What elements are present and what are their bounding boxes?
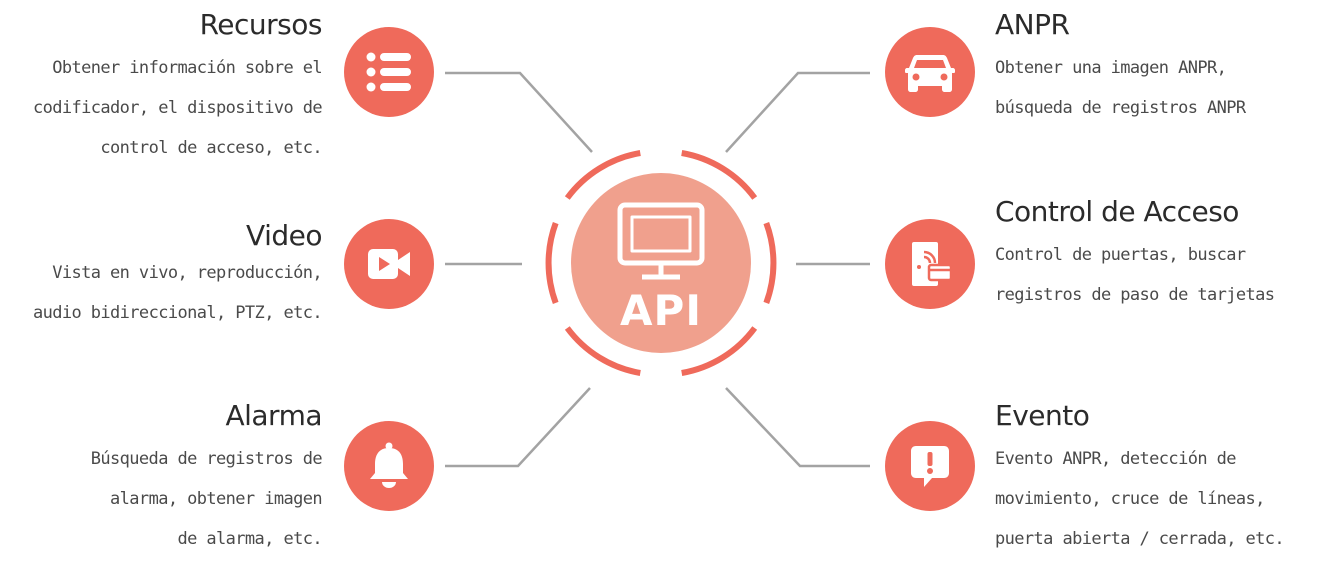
node-title: Recursos [199,8,323,41]
car-icon [885,27,975,117]
node-anpr: ANPR Obtener una imagen ANPR, búsqueda d… [995,8,1246,128]
node-desc-line: Control de puertas, buscar [995,245,1246,265]
api-label: API [620,286,702,335]
node-desc-line: búsqueda de registros ANPR [995,98,1246,118]
node-desc-line: registros de paso de tarjetas [995,285,1275,305]
connector-anpr [725,71,870,153]
node-evento: Evento Evento ANPR, detección de movimie… [995,399,1285,559]
node-desc-line: Vista en vivo, reproducción, [52,263,322,283]
node-title: Control de Acceso [995,195,1239,228]
node-desc-line: Obtener información sobre el [52,58,322,78]
node-title: ANPR [995,8,1070,41]
node-desc-line: Evento ANPR, detección de [995,449,1236,469]
node-title: Video [246,219,322,252]
node-desc-line: Obtener una imagen ANPR, [995,58,1227,78]
video-camera-icon [344,219,434,309]
node-desc-line: movimiento, cruce de líneas, [995,489,1265,509]
node-desc-line: codificador, el dispositivo de [32,98,323,118]
bell-icon [344,421,434,511]
node-desc-line: alarma, obtener imagen [110,489,323,509]
node-recursos: Recursos Obtener información sobre el co… [32,8,323,168]
connector-evento [725,387,870,468]
node-desc-line: control de acceso, etc. [100,138,322,158]
node-video: Video Vista en vivo, reproducción, audio… [32,219,323,333]
node-control-acceso: Control de Acceso Control de puertas, bu… [995,195,1275,315]
node-title: Alarma [225,399,322,432]
card-door-icon [885,219,975,309]
node-desc-line: de alarma, etc. [177,529,322,549]
node-desc-line: puerta abierta / cerrada, etc. [995,529,1285,549]
node-alarma: Alarma Búsqueda de registros de alarma, … [90,399,323,559]
list-icon [344,27,434,117]
connector-alarma [445,387,591,468]
node-desc-line: Búsqueda de registros de [90,449,323,469]
connector-recursos [445,71,593,153]
alert-message-icon [885,421,975,511]
node-desc-line: audio bidireccional, PTZ, etc. [32,303,323,323]
node-title: Evento [995,399,1090,432]
